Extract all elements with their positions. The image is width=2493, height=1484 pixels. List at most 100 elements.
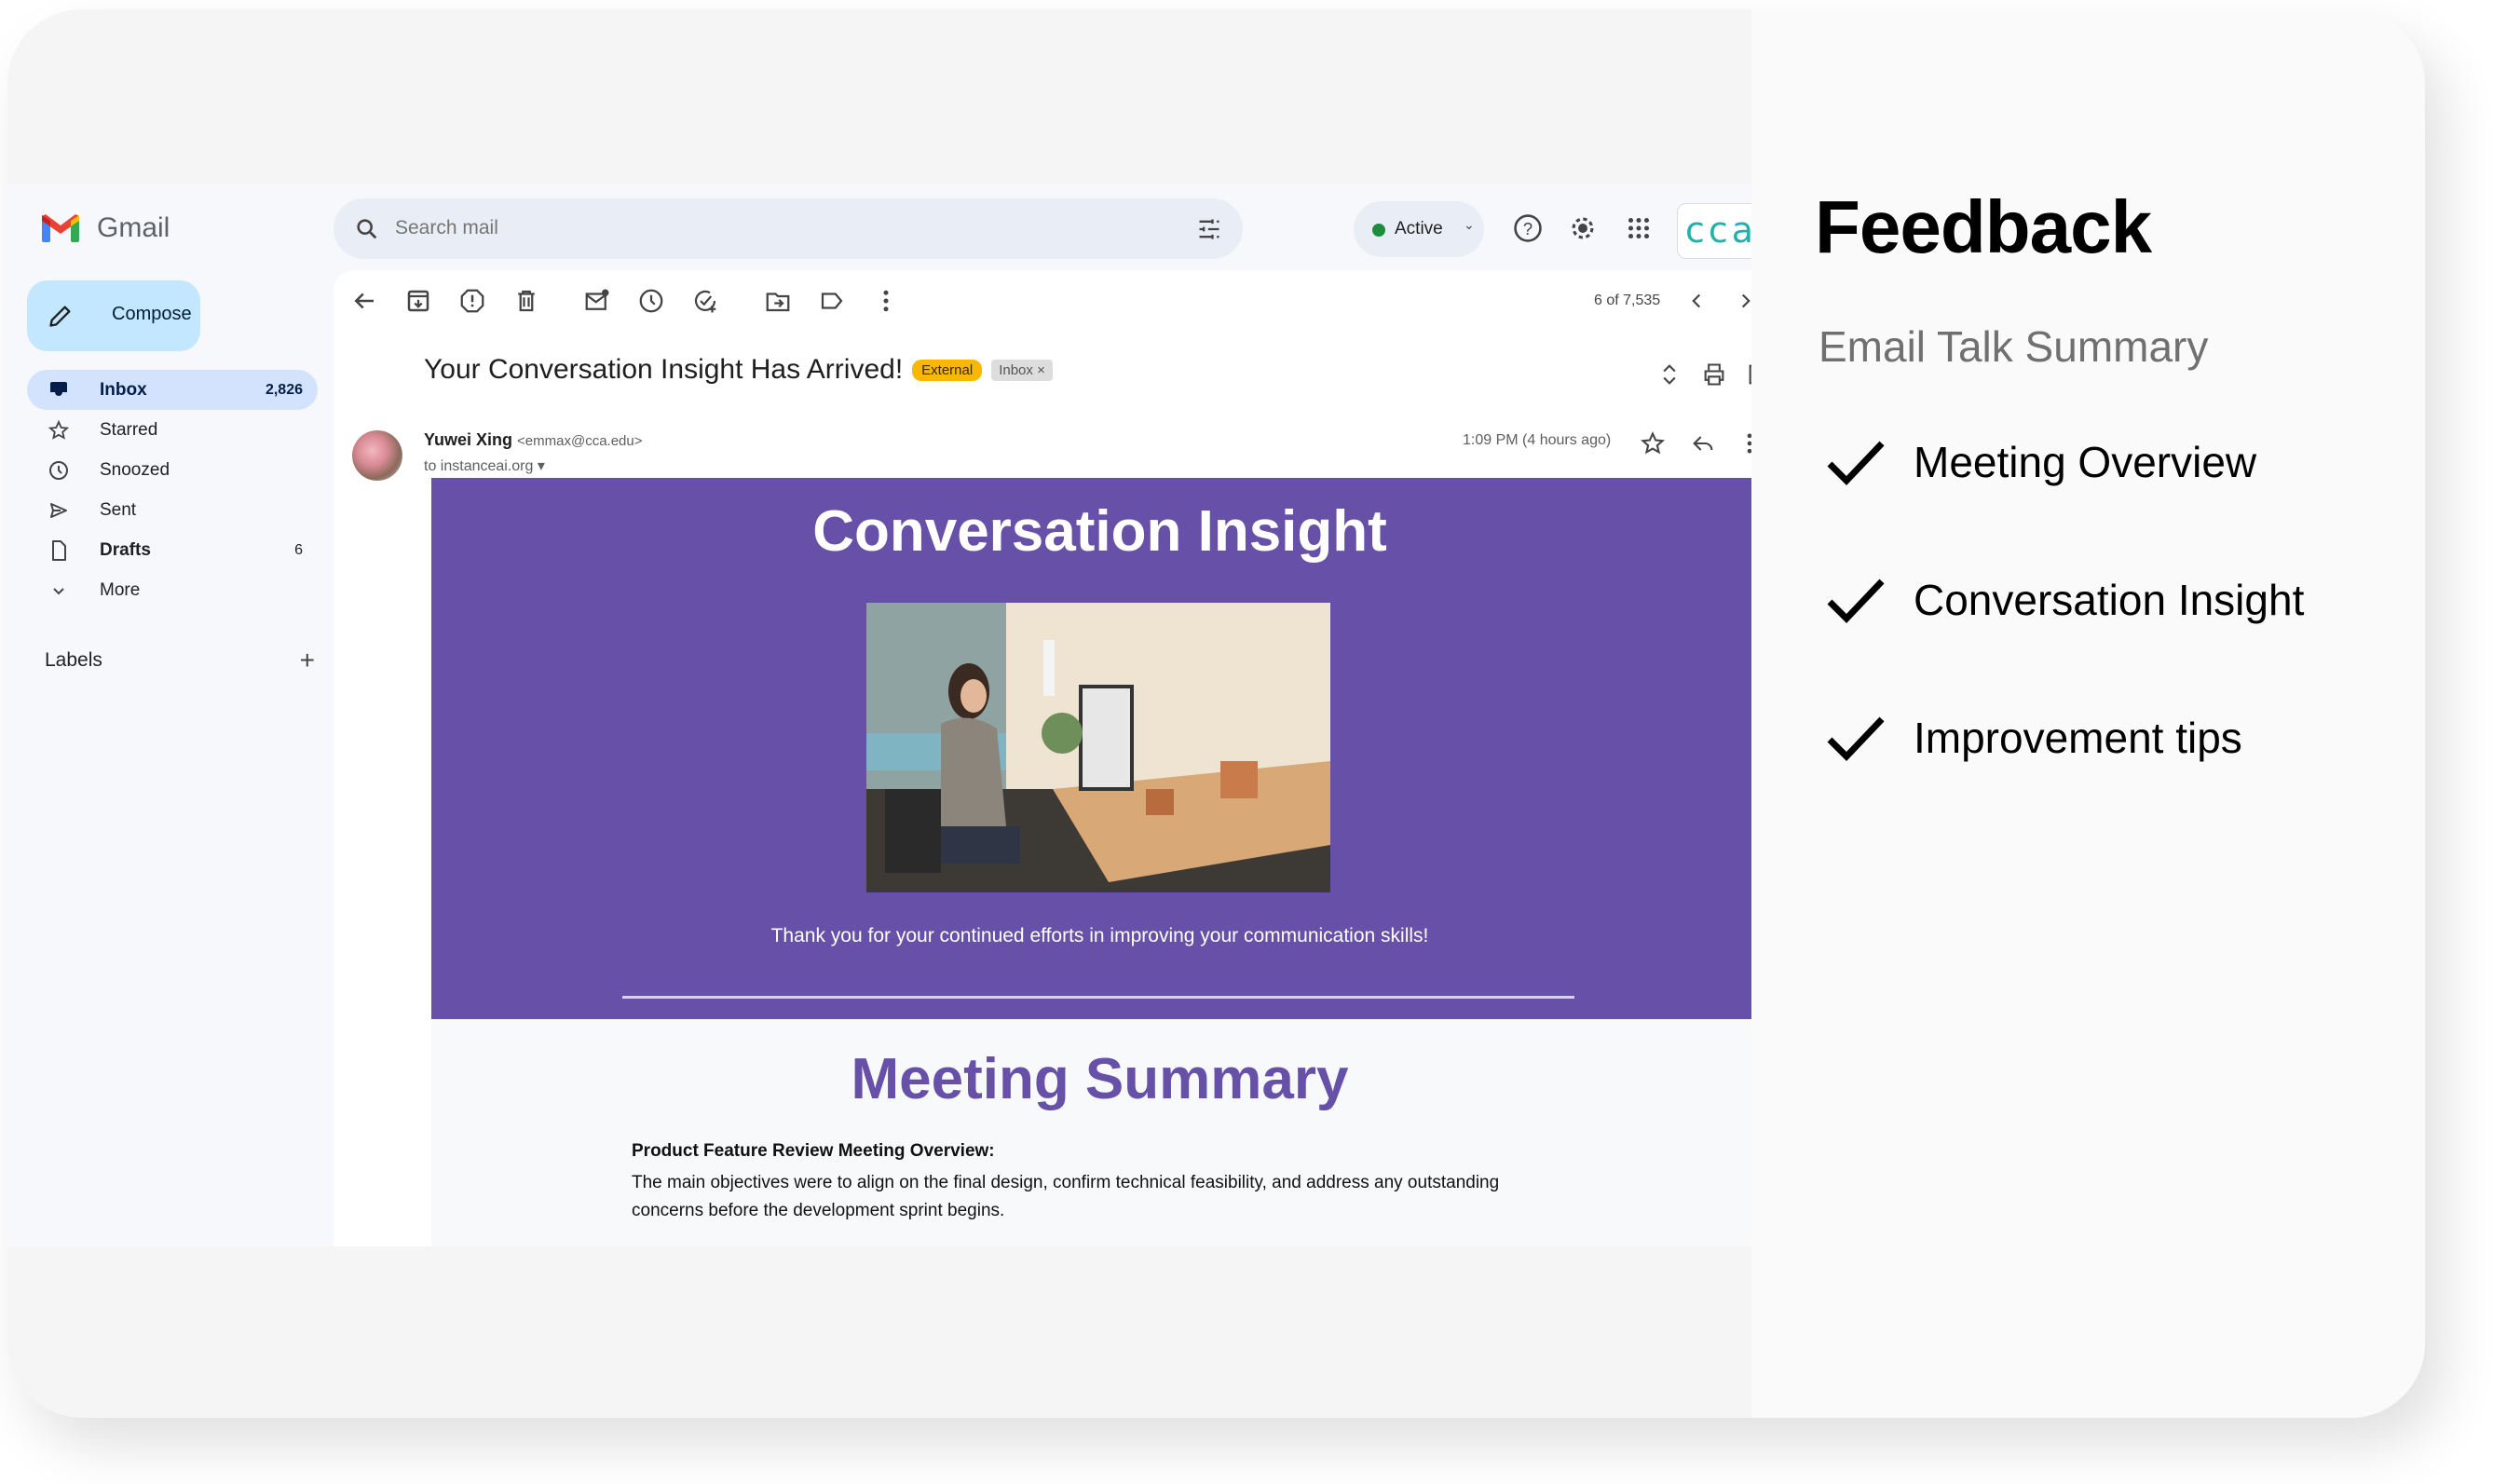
newer-chevron-left-icon[interactable] (1684, 289, 1709, 313)
divider (622, 996, 1574, 999)
compose-label: Compose (112, 304, 192, 324)
feedback-item-label: Improvement tips (1914, 714, 2242, 762)
drafts-count: 6 (294, 541, 303, 558)
compose-button[interactable]: Compose (27, 280, 200, 351)
feedback-subtitle: Email Talk Summary (1819, 322, 2209, 371)
search-icon (357, 219, 377, 239)
inbox-chip-label: Inbox (999, 361, 1033, 378)
search-input[interactable] (393, 216, 1142, 240)
search-bar[interactable] (334, 198, 1243, 259)
labels-section: Labels + (45, 646, 315, 675)
chevron-down-icon (53, 588, 64, 595)
label-icon[interactable] (818, 287, 846, 315)
email-timestamp: 1:09 PM (4 hours ago) (1463, 432, 1612, 448)
inbox-icon (50, 382, 67, 399)
recipient-details-caret-icon[interactable]: ▾ (538, 458, 545, 474)
feedback-panel: Feedback Email Talk Summary Meeting Over… (1751, 9, 2425, 1418)
feedback-item: Improvement tips (1824, 712, 2242, 764)
sidebar-item-more[interactable]: More (27, 570, 318, 610)
status-selector[interactable]: Active ⌄ (1354, 201, 1484, 257)
sidebar-item-label: More (100, 579, 141, 600)
expand-collapse-icon[interactable] (1656, 361, 1682, 388)
chevron-down-icon: ⌄ (1464, 217, 1475, 232)
feedback-item: Meeting Overview (1824, 436, 2256, 488)
recipient-text: to instanceai.org (424, 458, 534, 474)
feedback-item: Conversation Insight (1824, 574, 2304, 626)
sidebar-item-label: Sent (100, 499, 137, 520)
recipient-line[interactable]: to instanceai.org ▾ (424, 456, 545, 475)
more-vert-icon[interactable] (872, 287, 900, 315)
sidebar-item-drafts[interactable]: Drafts 6 (27, 530, 318, 570)
snooze-icon[interactable] (637, 287, 665, 315)
reply-icon[interactable] (1690, 430, 1716, 456)
sidebar-item-label: Snoozed (100, 459, 170, 480)
apps-grid-icon[interactable] (1623, 212, 1655, 244)
more-vert-icon[interactable] (1737, 430, 1751, 456)
sender-name: Yuwei Xing (424, 430, 513, 449)
svg-text:?: ? (1523, 219, 1533, 238)
remove-label-icon[interactable]: × (1037, 362, 1045, 378)
subject-text: Your Conversation Insight Has Arrived! (424, 354, 904, 385)
office-photo-illustration (866, 603, 1330, 892)
gmail-logo[interactable]: Gmail (41, 212, 170, 244)
sidebar-item-starred[interactable]: Starred (27, 410, 318, 450)
send-icon (50, 503, 67, 518)
older-chevron-right-icon[interactable] (1734, 289, 1751, 313)
move-to-icon[interactable] (764, 287, 792, 315)
inbox-label-chip[interactable]: Inbox × (991, 359, 1053, 381)
thanks-message: Thank you for your continued efforts in … (770, 925, 1429, 946)
sender-avatar[interactable] (352, 430, 402, 481)
email-subject: Your Conversation Insight Has Arrived! E… (424, 354, 1053, 386)
help-icon[interactable]: ? (1512, 212, 1544, 244)
mark-unread-icon[interactable] (583, 287, 611, 315)
sidebar-item-inbox[interactable]: Inbox 2,826 (27, 370, 318, 410)
add-task-icon[interactable] (691, 287, 719, 315)
overview-heading: Product Feature Review Meeting Overview: (632, 1141, 995, 1161)
status-label: Active (1395, 219, 1443, 238)
star-icon[interactable] (1640, 430, 1666, 456)
sidebar-item-label: Inbox (100, 379, 147, 400)
pencil-icon (49, 306, 71, 327)
banner-title: Conversation Insight (812, 499, 1387, 564)
status-dot (1372, 224, 1385, 237)
gmail-wordmark: Gmail (97, 212, 170, 243)
checkmark-icon (1827, 579, 1885, 624)
insight-banner: Conversation Insight Thank you for your … (431, 478, 1751, 1019)
meeting-summary-title: Meeting Summary (851, 1047, 1349, 1111)
draft-icon (52, 540, 66, 561)
checkmark-icon (1827, 441, 1885, 486)
overview-text: The main objectives were to align on the… (632, 1173, 1500, 1220)
archive-icon[interactable] (404, 287, 432, 315)
feedback-title: Feedback (1815, 185, 2152, 268)
report-spam-icon[interactable] (458, 287, 486, 315)
delete-icon[interactable] (512, 287, 540, 315)
clock-icon (49, 461, 68, 480)
settings-gear-icon[interactable] (1567, 212, 1599, 244)
sidebar-item-snoozed[interactable]: Snoozed (27, 450, 318, 490)
sidebar-item-label: Starred (100, 419, 158, 440)
pagination-counter: 6 of 7,535 (1594, 293, 1661, 308)
gmail-m-icon (42, 214, 79, 242)
sender-line: Yuwei Xing <emmax@cca.edu> (424, 430, 643, 450)
sidebar-item-sent[interactable]: Sent (27, 490, 318, 530)
star-icon (48, 419, 70, 440)
search-options-icon[interactable] (1196, 216, 1222, 242)
inbox-count: 2,826 (265, 381, 303, 398)
sidebar-nav: Inbox 2,826 Starred Snoozed Sent Drafts … (27, 370, 318, 610)
add-label-icon[interactable]: + (300, 646, 315, 675)
sidebar-item-label: Drafts (100, 539, 151, 560)
feedback-item-label: Meeting Overview (1914, 438, 2257, 486)
external-badge: External (912, 359, 983, 381)
message-pane: 6 of 7,535 Your Conversation Insight Has… (334, 270, 1751, 1246)
account-badge[interactable]: cca (1677, 203, 1751, 259)
account-logo-text: cca (1685, 210, 1751, 251)
gmail-window: Gmail Compose Inbox 2,826 Starred Snooze… (7, 184, 1751, 1246)
email-body: Conversation Insight Thank you for your … (431, 478, 1751, 1246)
print-icon[interactable] (1701, 361, 1727, 388)
presentation-card: Gmail Compose Inbox 2,826 Starred Snooze… (7, 9, 2425, 1418)
checkmark-icon (1827, 716, 1885, 762)
back-arrow-icon[interactable] (350, 287, 378, 315)
labels-heading: Labels (45, 649, 102, 671)
feedback-item-label: Conversation Insight (1914, 576, 2305, 624)
sender-email: <emmax@cca.edu> (517, 433, 643, 449)
